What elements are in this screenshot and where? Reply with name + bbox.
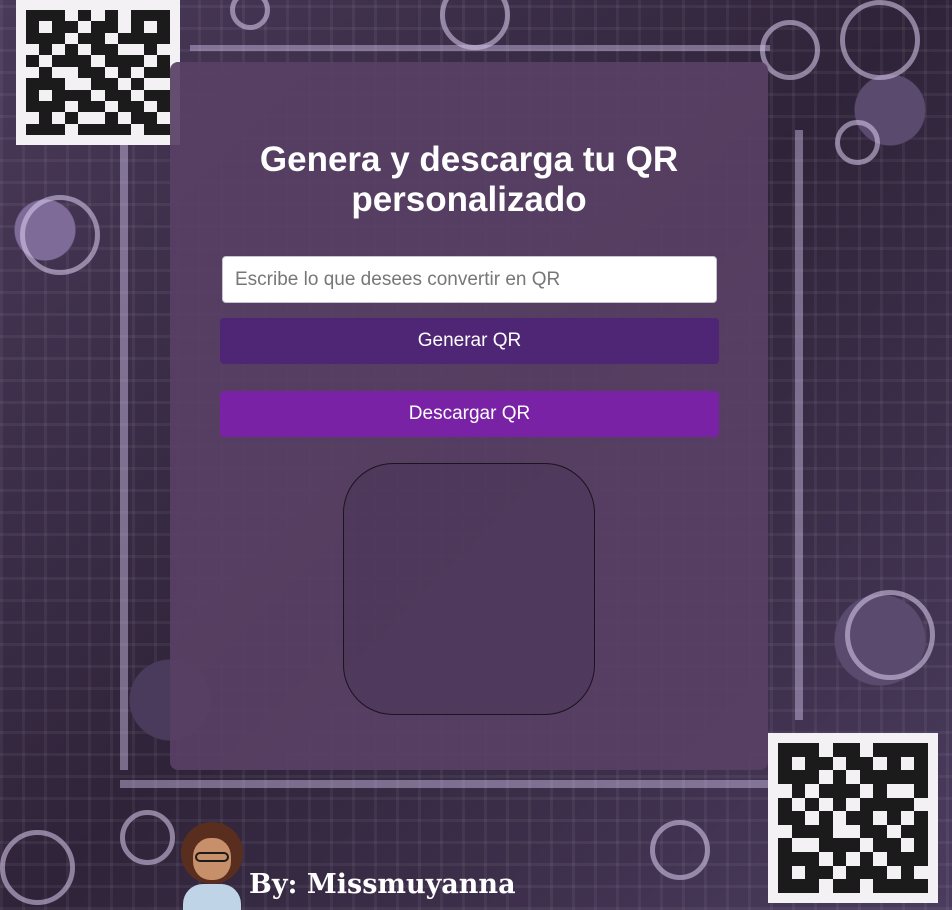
- decorative-qr-code-top-left: [16, 0, 180, 145]
- download-qr-button[interactable]: Descargar QR: [220, 391, 719, 437]
- author-avatar: [175, 816, 247, 910]
- qr-preview-area: [343, 463, 595, 715]
- qr-generator-card: Genera y descarga tu QR personalizado Ge…: [170, 62, 768, 770]
- author-signature: By: Missmuyanna: [249, 869, 516, 900]
- page-title: Genera y descarga tu QR personalizado: [259, 140, 679, 219]
- qr-text-input[interactable]: [222, 256, 717, 303]
- generate-qr-button[interactable]: Generar QR: [220, 318, 719, 364]
- decorative-qr-code-bottom-right: [768, 733, 938, 903]
- author-credit: By: Missmuyanna: [175, 810, 516, 910]
